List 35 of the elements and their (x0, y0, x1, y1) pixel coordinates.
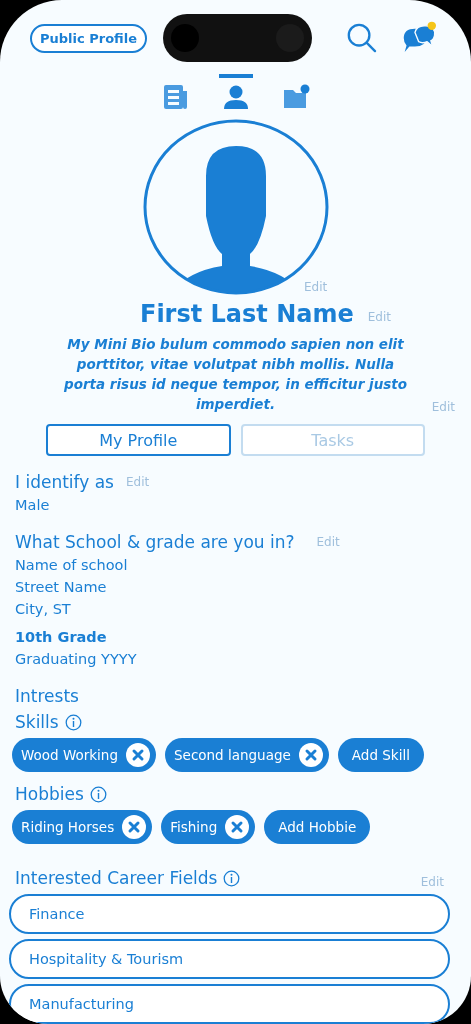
tag-label: Riding Horses (21, 819, 115, 835)
profile-name: First Last Name (140, 300, 354, 328)
identity-value: Male (15, 496, 50, 515)
remove-icon[interactable] (225, 815, 250, 839)
profile-tab[interactable]: My Profile (46, 424, 231, 456)
section-title: What School & grade are you in? (15, 531, 295, 554)
info-icon[interactable] (64, 713, 82, 731)
tag-label: Second language (174, 747, 291, 763)
info-icon[interactable] (223, 869, 241, 887)
section-title: Intrests (15, 685, 79, 708)
section-title: I identify as (15, 471, 114, 494)
graduation-text: Graduating YYYY (15, 650, 137, 669)
school-address-line: Street Name (15, 578, 107, 597)
section-title: Skills (15, 711, 59, 734)
tag-label: Fishing (170, 819, 218, 835)
add-button[interactable]: Add Skill (337, 738, 424, 772)
section-title: Interested Career Fields (15, 867, 218, 890)
grade-text: 10th Grade (15, 628, 107, 647)
remove-icon[interactable] (122, 815, 147, 839)
career-field-item[interactable]: Finance (9, 894, 450, 934)
profile-tab[interactable] (218, 74, 253, 110)
public-profile-button[interactable]: Public Profile (30, 23, 147, 53)
avatar-silhouette-icon (141, 118, 330, 296)
career-field-item[interactable]: Hospitality & Tourism (9, 939, 450, 979)
school-address-line: Name of school (15, 556, 128, 575)
school-address-line: City, ST (15, 600, 71, 619)
career-field-item[interactable]: Manufacturing (9, 984, 450, 1024)
info-icon[interactable] (89, 785, 107, 803)
section-title: Hobbies (15, 783, 84, 806)
tag-label: Wood Working (21, 747, 118, 763)
remove-icon[interactable] (126, 743, 150, 767)
add-button[interactable]: Add Hobbie (264, 810, 371, 844)
remove-icon[interactable] (298, 743, 323, 767)
bio-text: My Mini Bio bulum commodo sapien non elit porttitor, vitae volutpat nibh mollis. Nulla porta risus id neque tempor, in efficitur justo imperdiet. (62, 335, 408, 414)
search-icon[interactable] (345, 21, 378, 55)
